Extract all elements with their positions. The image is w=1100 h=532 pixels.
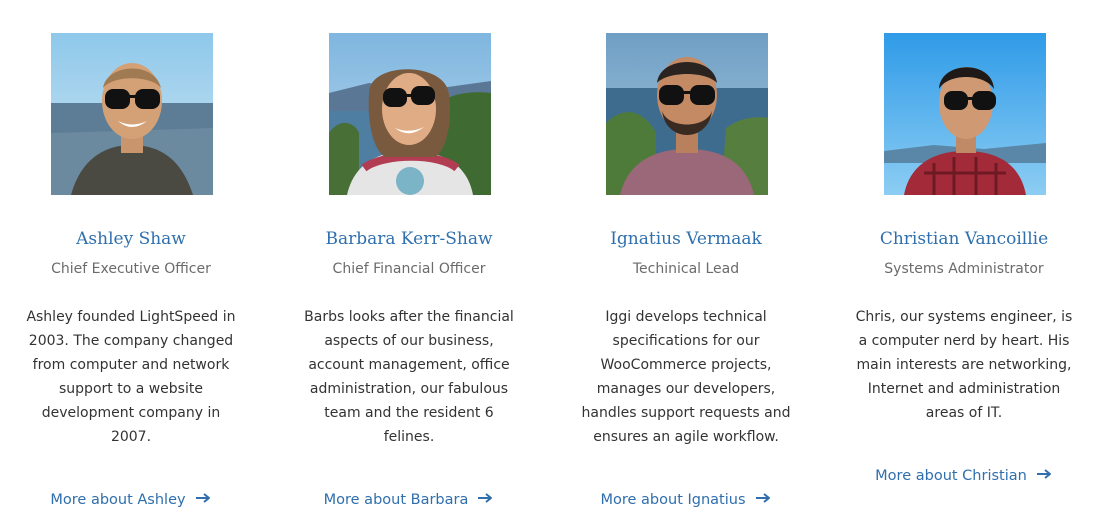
team-member-bio: Iggi develops technical specifications f… [581, 309, 791, 445]
team-member-role: Techinical Lead [632, 261, 740, 277]
team-member-name: Barbara Kerr-Shaw [325, 229, 493, 249]
team-member-name: Christian Vancoillie [879, 229, 1049, 249]
arrow-right-icon [1036, 463, 1053, 487]
arrow-right-icon [195, 487, 212, 511]
more-about-ignatius-link[interactable]: More about Ignatius [566, 488, 806, 512]
more-link-label: More about Ashley [50, 492, 186, 508]
team-member-name: Ashley Shaw [76, 229, 186, 249]
team-member-photo [606, 33, 768, 195]
arrow-right-icon [755, 487, 772, 511]
team-member-bio: Ashley founded LightSpeed in 2003. The c… [26, 309, 236, 445]
more-link-label: More about Christian [875, 468, 1027, 484]
team-member-photo [329, 33, 491, 195]
arrow-right-icon [478, 487, 494, 511]
team-member-role: Chief Financial Officer [332, 261, 486, 277]
team-member-role: Chief Executive Officer [51, 261, 211, 277]
team-member-photo [51, 33, 213, 195]
more-about-ashley-link[interactable]: More about Ashley [11, 488, 251, 512]
team-member-bio: Barbs looks after the financial aspects … [304, 309, 514, 445]
team-member-name: Ignatius Vermaak [610, 229, 762, 249]
more-link-label: More about Barbara [323, 492, 469, 508]
team-member-bio: Chris, our systems engineer, is a comput… [855, 309, 1073, 421]
team-section: Ashley Shaw Chief Executive Officer Ashl… [0, 0, 1100, 532]
team-member-photo [884, 33, 1046, 195]
more-about-barbara-link[interactable]: More about Barbara [289, 488, 529, 512]
more-about-christian-link[interactable]: More about Christian [844, 464, 1084, 488]
team-member-role: Systems Administrator [884, 261, 1044, 277]
more-link-label: More about Ignatius [600, 492, 746, 508]
